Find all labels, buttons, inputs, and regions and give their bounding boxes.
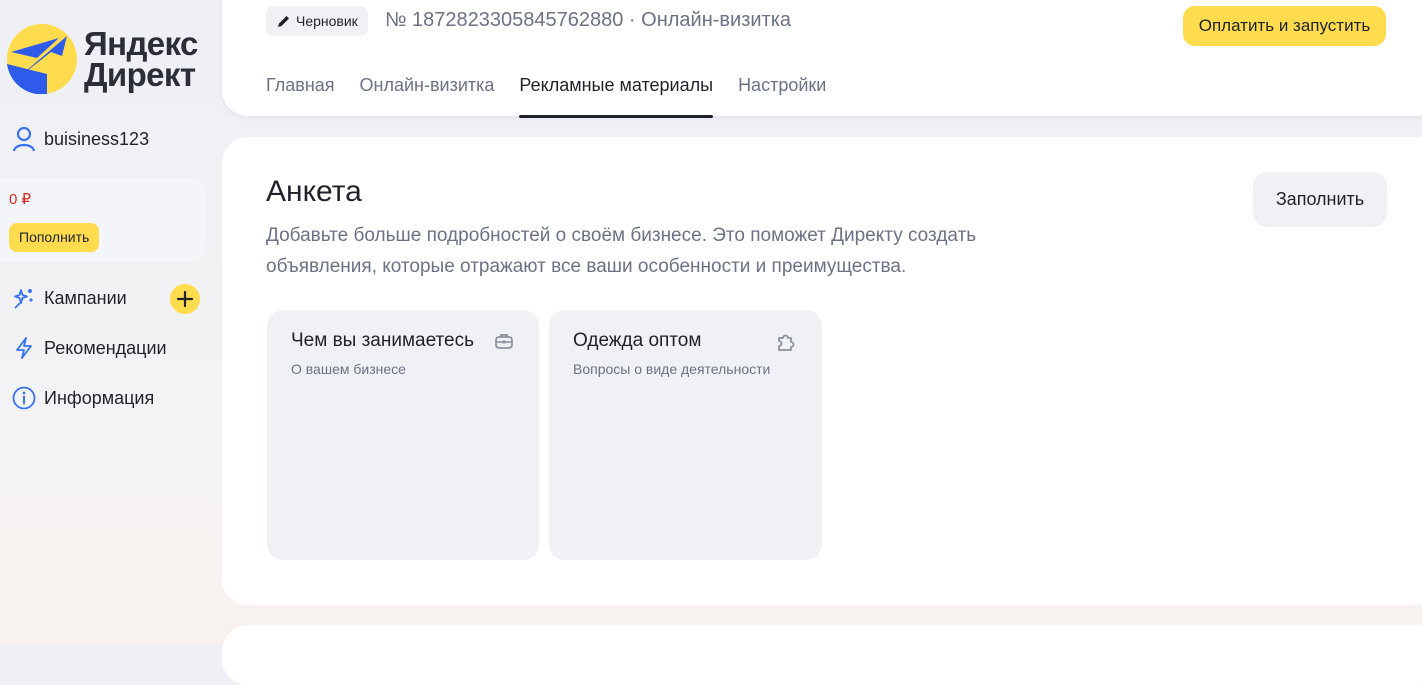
sidebar-item-recommendations[interactable]: Рекомендации: [12, 336, 167, 360]
yandex-direct-logo[interactable]: Яндекс Директ: [7, 24, 198, 94]
info-icon: [12, 386, 36, 410]
next-section-card: [222, 625, 1422, 685]
section-title: Анкета: [266, 175, 362, 208]
logo-line-1: Яндекс: [84, 25, 198, 62]
campaign-number: № 1872823305845762880: [385, 9, 624, 31]
tile-business-activity[interactable]: Чем вы занимаетесь О вашем бизнесе: [267, 310, 539, 560]
campaign-type: Онлайн-визитка: [641, 9, 792, 31]
tab-settings[interactable]: Настройки: [738, 75, 826, 117]
yandex-direct-logo-icon: [7, 24, 77, 94]
section-description: Добавьте больше подробностей о своём биз…: [266, 225, 977, 277]
username: buisiness123: [44, 128, 150, 149]
tile-subtitle: Вопросы о виде деятельности: [573, 361, 771, 377]
campaigns-sparkle-icon: [12, 286, 36, 310]
lightning-icon: [12, 336, 36, 360]
tile-title: Чем вы занимаетесь: [291, 330, 475, 351]
logo-line-2: Директ: [84, 56, 196, 93]
tab-bar: Главная Онлайн-визитка Рекламные материа…: [266, 75, 851, 118]
status-label: Черновик: [296, 13, 358, 29]
pay-and-launch-button[interactable]: Оплатить и запустить: [1183, 6, 1386, 46]
user-icon: [12, 126, 36, 152]
tile-subtitle: О вашем бизнесе: [291, 361, 406, 377]
tab-online-card[interactable]: Онлайн-визитка: [360, 75, 495, 117]
balance-card: 0 ₽ Пополнить: [0, 178, 206, 262]
tab-ad-materials[interactable]: Рекламные материалы: [519, 75, 713, 118]
puzzle-icon: [778, 334, 795, 351]
user-account[interactable]: buisiness123: [12, 126, 149, 152]
briefcase-icon: [495, 334, 513, 349]
balance-amount: 0 ₽: [9, 191, 32, 208]
sidebar-item-information[interactable]: Информация: [12, 386, 154, 410]
sidebar-item-label: Информация: [44, 387, 155, 408]
plus-icon: [176, 290, 194, 308]
fill-button[interactable]: Заполнить: [1253, 172, 1387, 227]
status-badge: Черновик: [266, 6, 368, 36]
title-separator: ·: [628, 9, 636, 31]
sidebar-item-label: Кампании: [44, 287, 127, 308]
sidebar-item-campaigns[interactable]: Кампании: [12, 286, 127, 310]
pencil-icon: [278, 16, 289, 27]
tile-title: Одежда оптом: [573, 330, 702, 351]
topup-button[interactable]: Пополнить: [9, 223, 100, 252]
sidebar: Яндекс Директ buisiness123 0 ₽ Пополнить…: [0, 0, 218, 644]
sidebar-item-label: Рекомендации: [44, 337, 167, 358]
add-campaign-button[interactable]: [170, 284, 200, 314]
tile-wholesale-clothing[interactable]: Одежда оптом Вопросы о виде деятельности: [549, 310, 822, 560]
campaign-title: № 1872823305845762880 · Онлайн-визитка: [385, 9, 791, 32]
tab-main[interactable]: Главная: [266, 75, 335, 117]
